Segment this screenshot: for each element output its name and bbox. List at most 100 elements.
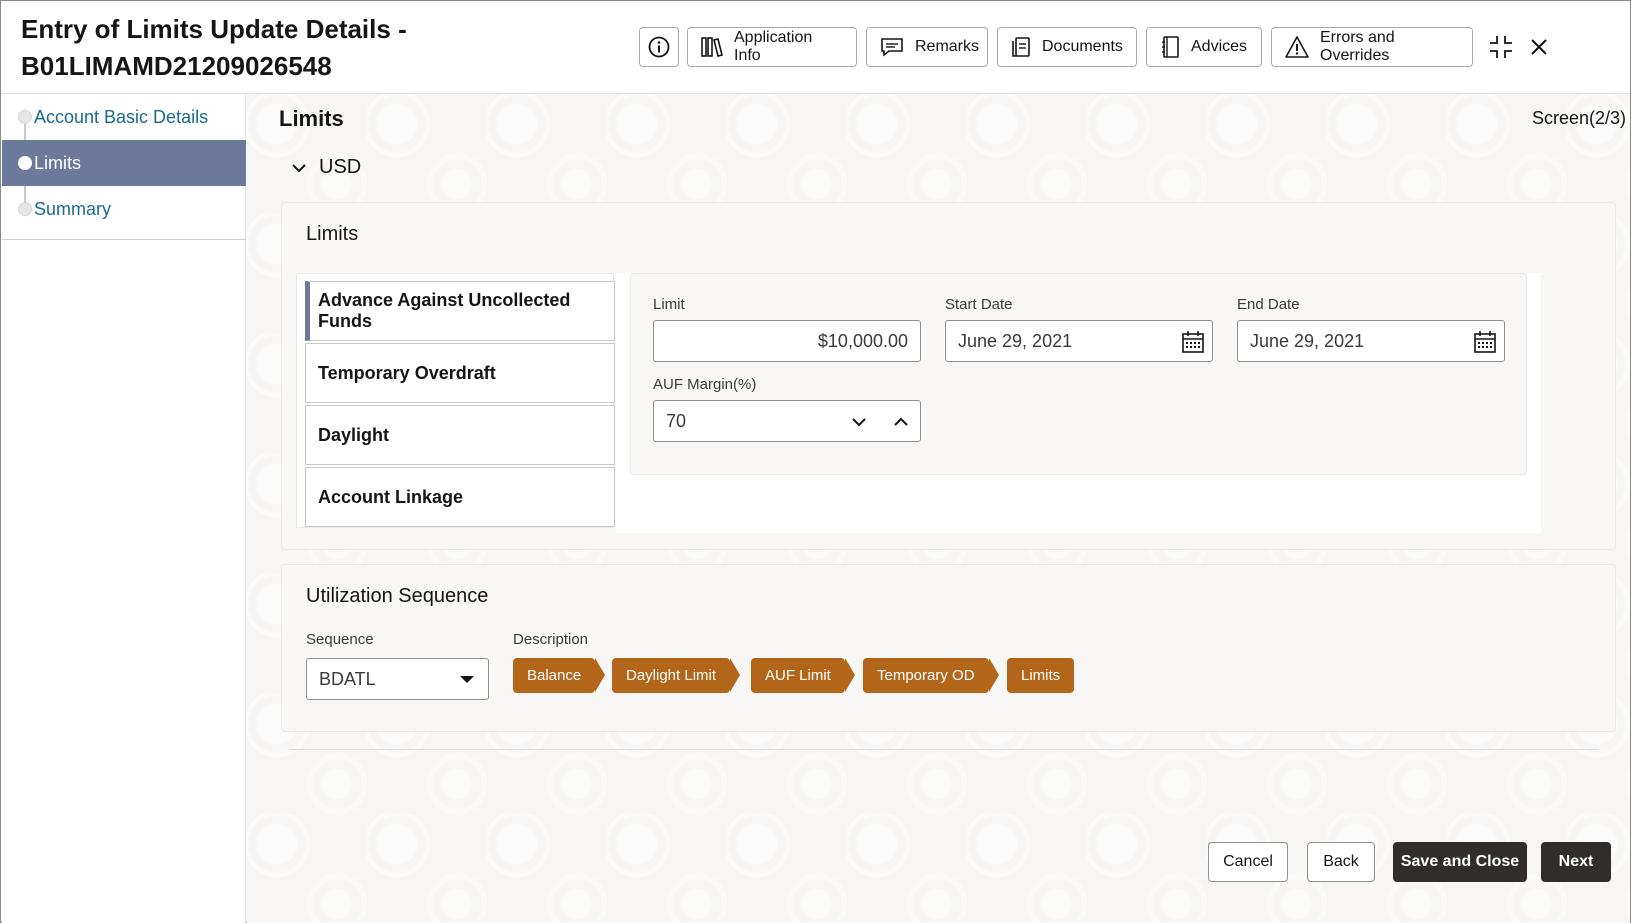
nav-step-dot: [18, 110, 32, 124]
chip-label: Temporary OD: [877, 667, 975, 684]
chip-label: AUF Limit: [765, 667, 831, 684]
sidebar: Account Basic Details Limits Summary: [2, 94, 246, 923]
limit-type-account-linkage[interactable]: Account Linkage: [305, 467, 615, 527]
limits-panel-title: Limits: [306, 223, 359, 245]
chevron-down-icon: [852, 418, 866, 427]
start-date-value: June 29, 2021: [958, 330, 1073, 351]
header-bar: Entry of Limits Update Details - B01LIMA…: [1, 1, 1630, 94]
documents-button[interactable]: Documents: [997, 27, 1137, 67]
collapse-button[interactable]: [1485, 31, 1517, 63]
sidebar-item-account-basic-details[interactable]: Account Basic Details: [2, 94, 246, 140]
page-title-line2: B01LIMAMD21209026548: [21, 51, 332, 81]
chip-label: Daylight Limit: [626, 667, 717, 684]
limits-panel: Limits Advance Against Uncollected Funds…: [281, 202, 1616, 550]
back-button[interactable]: Back: [1307, 842, 1375, 882]
sequence-label: Sequence: [306, 631, 374, 648]
start-date-input[interactable]: June 29, 2021: [945, 320, 1213, 362]
chevron-up-icon: [894, 417, 908, 426]
application-info-icon: [701, 37, 723, 57]
nav-step-dot: [18, 202, 32, 216]
sidebar-item-limits[interactable]: Limits: [2, 140, 246, 186]
sidebar-item-label: Account Basic Details: [34, 106, 209, 127]
decrement-button[interactable]: [846, 409, 872, 435]
advices-button[interactable]: Advices: [1146, 27, 1262, 67]
increment-button[interactable]: [888, 409, 914, 435]
sequence-chip-limits: Limits: [1007, 658, 1075, 693]
remarks-label: Remarks: [915, 38, 980, 55]
auf-margin-label: AUF Margin(%): [653, 376, 757, 393]
limit-details-card: Limit $10,000.00 Start Date June 29, 202…: [630, 273, 1527, 475]
main-content: Limits Screen(2/3) USD Limits Advance Ag…: [247, 94, 1630, 923]
end-date-input[interactable]: June 29, 2021: [1237, 320, 1505, 362]
description-label: Description: [513, 631, 589, 648]
collapse-icon: [1490, 36, 1512, 58]
chip-label: Balance: [527, 667, 582, 684]
chip-label: Limits: [1021, 667, 1061, 684]
sequence-chip-auf-limit: AUF Limit: [751, 658, 855, 693]
limit-label: Limit: [653, 296, 685, 313]
application-info-label: Application Info: [734, 29, 813, 64]
remarks-icon: [881, 38, 903, 57]
currency-section-toggle[interactable]: USD: [291, 156, 361, 179]
info-icon: [648, 36, 670, 58]
content-divider: [289, 749, 1599, 750]
sidebar-divider: [2, 239, 246, 240]
documents-label: Documents: [1042, 38, 1123, 55]
advices-icon: [1162, 36, 1179, 58]
sidebar-item-label: Limits: [34, 152, 82, 173]
close-button[interactable]: [1523, 31, 1555, 63]
currency-label: USD: [319, 156, 362, 178]
sequence-chip-balance: Balance: [513, 658, 606, 693]
save-and-close-button[interactable]: Save and Close: [1393, 842, 1527, 882]
app-window: Entry of Limits Update Details - B01LIMA…: [0, 0, 1631, 923]
utilization-sequence-panel: Utilization Sequence Sequence BDATL Desc…: [281, 564, 1616, 732]
limit-details-area: Limit $10,000.00 Start Date June 29, 202…: [616, 273, 1541, 533]
auf-margin-stepper[interactable]: 70: [653, 400, 921, 442]
limit-type-daylight[interactable]: Daylight: [305, 405, 615, 465]
limit-amount-value: $10,000.00: [817, 330, 908, 351]
sequence-chip-temporary-od: Temporary OD: [863, 658, 999, 693]
close-icon: [1531, 39, 1547, 55]
page-title-line1: Entry of Limits Update Details -: [21, 14, 407, 44]
advices-label: Advices: [1191, 38, 1248, 55]
next-label: Next: [1558, 853, 1594, 870]
page-title: Entry of Limits Update Details - B01LIMA…: [21, 11, 441, 85]
limit-type-label: Daylight: [318, 424, 390, 445]
limit-amount-input[interactable]: $10,000.00: [653, 320, 921, 362]
save-and-close-label: Save and Close: [1400, 853, 1520, 870]
cancel-label: Cancel: [1223, 853, 1273, 870]
errors-overrides-button[interactable]: Errors and Overrides: [1271, 27, 1473, 67]
sidebar-item-label: Summary: [34, 198, 112, 219]
documents-icon: [1012, 37, 1030, 57]
errors-overrides-label: Errors and Overrides: [1320, 29, 1395, 64]
sequence-value: BDATL: [319, 668, 376, 689]
sidebar-item-summary[interactable]: Summary: [2, 186, 246, 232]
limit-type-label: Advance Against Uncollected Funds: [318, 290, 571, 331]
cancel-button[interactable]: Cancel: [1208, 842, 1288, 882]
start-date-label: Start Date: [945, 296, 1013, 313]
nav-step-dot: [18, 156, 32, 170]
dropdown-caret-icon: [460, 676, 474, 683]
limit-type-auf[interactable]: Advance Against Uncollected Funds: [305, 281, 615, 341]
limit-type-label: Temporary Overdraft: [318, 362, 496, 383]
sequence-chip-daylight-limit: Daylight Limit: [612, 658, 741, 693]
section-title: Limits: [279, 106, 344, 131]
remarks-button[interactable]: Remarks: [866, 27, 988, 67]
auf-margin-value: 70: [666, 410, 687, 431]
warning-icon: [1285, 36, 1309, 58]
chevron-down-icon: [292, 163, 306, 172]
info-button[interactable]: [639, 27, 679, 67]
limit-type-list: Advance Against Uncollected Funds Tempor…: [296, 273, 615, 528]
sequence-select[interactable]: BDATL: [306, 658, 489, 700]
calendar-icon[interactable]: [1472, 329, 1498, 355]
end-date-value: June 29, 2021: [1250, 330, 1365, 351]
application-info-button[interactable]: Application Info: [687, 27, 857, 67]
end-date-label: End Date: [1237, 296, 1300, 313]
next-button[interactable]: Next: [1541, 842, 1611, 882]
calendar-icon[interactable]: [1180, 329, 1206, 355]
utilization-title: Utilization Sequence: [306, 585, 489, 607]
limit-type-temporary-overdraft[interactable]: Temporary Overdraft: [305, 343, 615, 403]
screen-indicator: Screen(2/3): [1531, 108, 1626, 128]
back-label: Back: [1323, 853, 1359, 870]
limit-type-label: Account Linkage: [318, 486, 464, 507]
